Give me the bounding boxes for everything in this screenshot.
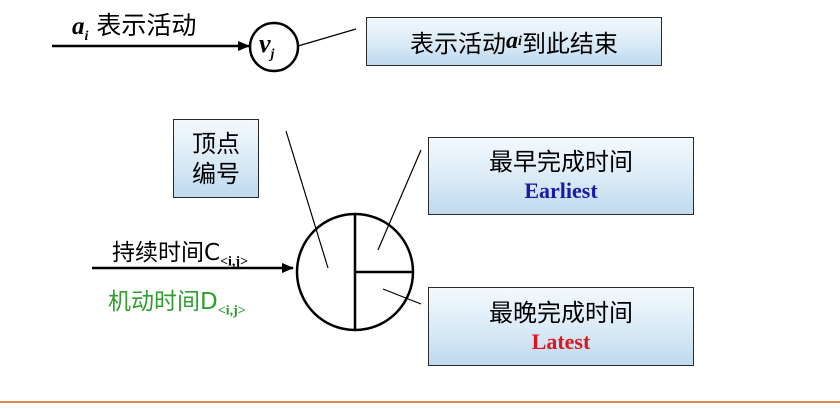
vertex-number-line1: 顶点 xyxy=(192,129,240,158)
vertex-number-line2: 编号 xyxy=(192,159,240,188)
duration-label: 持续时间C<i,j> xyxy=(112,233,248,271)
end-box-prefix: 表示活动 xyxy=(410,30,507,58)
earliest-box: 最早完成时间 Earliest xyxy=(428,137,694,215)
end-box-var: a xyxy=(506,28,519,54)
activity-end-box: 表示活动 a i 到此结束 xyxy=(366,17,662,66)
latest-english: Latest xyxy=(531,328,591,354)
latest-title: 最晚完成时间 xyxy=(489,298,633,327)
activity-label: ai 表示活动 xyxy=(72,6,196,45)
duration-text: 持续时间C xyxy=(112,240,221,266)
slack-label: 机动时间D<i,j> xyxy=(108,282,246,320)
vertex-to-endbox-line xyxy=(297,28,357,47)
slack-text: 机动时间D xyxy=(108,289,218,315)
activity-sub: i xyxy=(84,29,89,44)
vertex-var: v xyxy=(259,29,271,58)
end-box-suffix: 到此结束 xyxy=(521,30,618,58)
latest-box: 最晚完成时间 Latest xyxy=(428,287,694,366)
earliest-title: 最早完成时间 xyxy=(489,148,633,177)
activity-var: a xyxy=(72,13,85,40)
activity-text: 表示活动 xyxy=(96,11,197,40)
vertex-sub: j xyxy=(270,47,275,63)
vertex-label: vj xyxy=(259,29,274,63)
vertex-number-box: 顶点 编号 xyxy=(173,119,259,198)
earliest-english: Earliest xyxy=(524,178,598,204)
duration-sub: <i,j> xyxy=(220,254,249,270)
footer-rule xyxy=(0,401,840,403)
slack-sub: <i,j> xyxy=(217,303,246,319)
